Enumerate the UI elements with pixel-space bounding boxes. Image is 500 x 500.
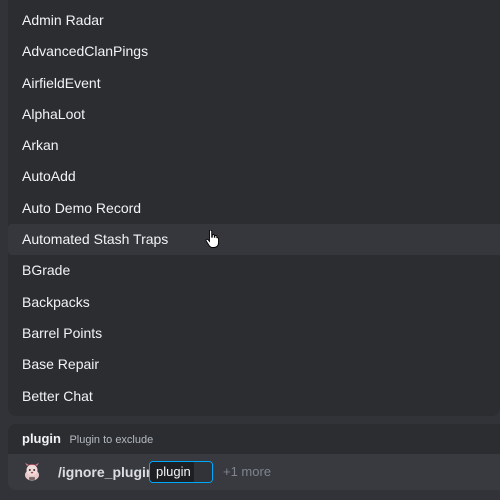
option-chip-label: plugin (150, 462, 194, 482)
autocomplete-option[interactable]: Base Repair (8, 349, 500, 380)
hand-pointer-icon (205, 230, 219, 249)
parameter-name: plugin (22, 431, 61, 446)
autocomplete-popup: Admin Radar AdvancedClanPings AirfieldEv… (8, 0, 500, 416)
autocomplete-option[interactable]: Auto Demo Record (8, 193, 500, 224)
autocomplete-option-label: Automated Stash Traps (22, 231, 169, 248)
autocomplete-option[interactable]: AirfieldEvent (8, 68, 500, 99)
parameter-description: Plugin to exclude (69, 434, 154, 446)
command-name: /ignore_plugin (58, 464, 155, 480)
autocomplete-option[interactable]: BGrade (8, 255, 500, 286)
autocomplete-option[interactable]: AutoAdd (8, 161, 500, 192)
autocomplete-option[interactable]: Admin Radar (8, 5, 500, 36)
autocomplete-option-hovered[interactable]: Automated Stash Traps (8, 224, 500, 256)
autocomplete-option[interactable]: Better Chat (8, 381, 500, 412)
bot-avatar-icon (25, 462, 39, 481)
autocomplete-option[interactable]: AlphaLoot (8, 99, 500, 130)
autocomplete-option[interactable]: AdvancedClanPings (8, 36, 500, 67)
parameter-hint: plugin Plugin to exclude (8, 424, 500, 454)
slash-command-input[interactable]: /ignore_plugin plugin +1 more (8, 454, 500, 490)
option-chip-plugin[interactable]: plugin (149, 461, 213, 483)
more-options-label[interactable]: +1 more (223, 454, 271, 490)
option-value-input[interactable] (194, 462, 212, 482)
autocomplete-option[interactable]: Arkan (8, 130, 500, 161)
autocomplete-option[interactable]: Barrel Points (8, 318, 500, 349)
autocomplete-option[interactable]: Backpacks (8, 287, 500, 318)
